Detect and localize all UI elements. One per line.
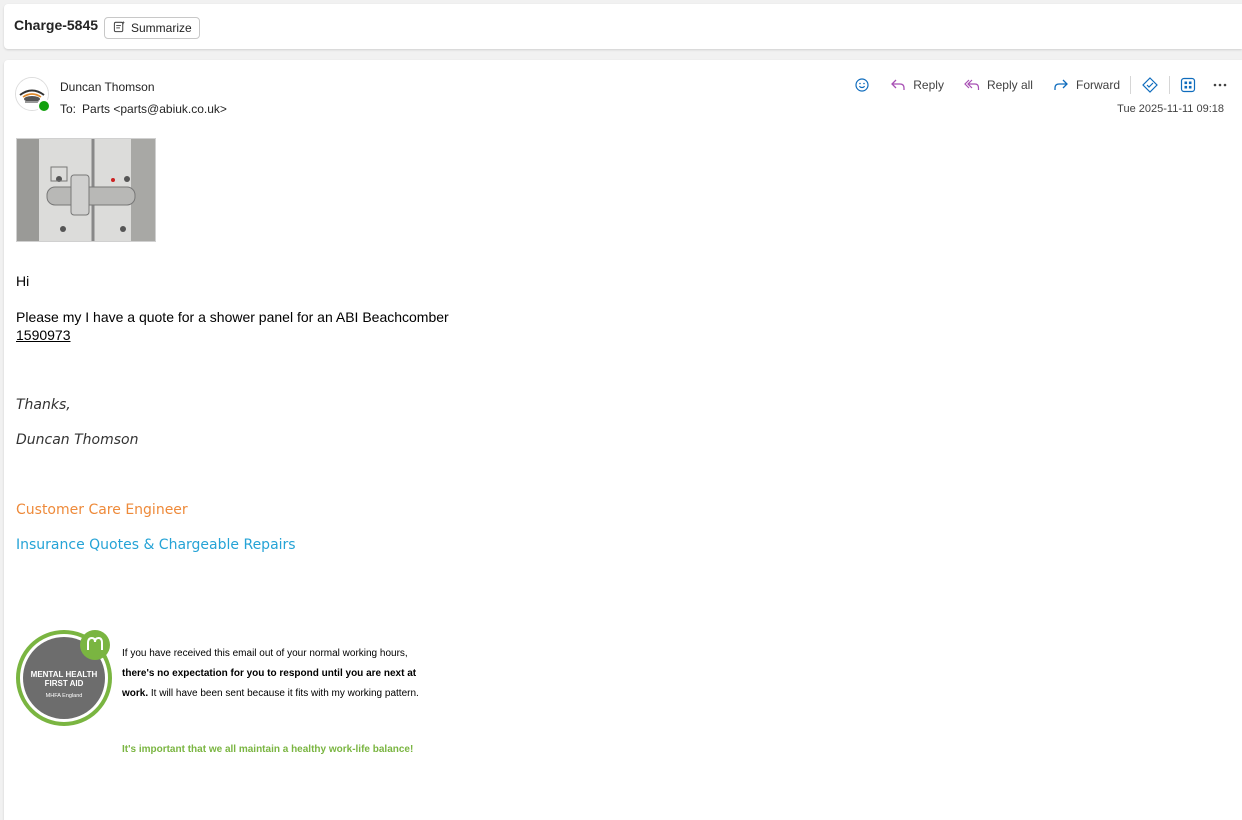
badge-line-1: MENTAL HEALTH <box>31 670 98 679</box>
forward-label: Forward <box>1075 78 1120 92</box>
signature-name: Duncan Thomson <box>16 432 139 448</box>
subject-bar: Charge-5845 Summarize <box>4 4 1242 49</box>
mhfa-badge-logo: MENTAL HEALTH FIRST AID MHFA England <box>16 628 114 726</box>
notice-part-3: It will have been sent because it fits w… <box>148 688 419 699</box>
summarize-icon <box>113 20 126 36</box>
summarize-button[interactable]: Summarize <box>104 17 200 39</box>
badge-line-2: FIRST AID <box>45 679 84 688</box>
working-hours-notice: If you have received this email out of y… <box>122 644 422 704</box>
toolbar-divider-2 <box>1169 76 1170 94</box>
apps-icon[interactable] <box>1180 77 1196 93</box>
reading-pane: Duncan Thomson To: Parts <parts@abiuk.co.… <box>4 60 1242 820</box>
reply-button[interactable]: Reply <box>890 77 944 93</box>
to-label: To: <box>60 102 77 116</box>
emoji-reaction-icon[interactable] <box>854 77 870 93</box>
message-actions: Reply Reply all Forward <box>844 74 1228 96</box>
reference-number: 1590973 <box>16 327 71 343</box>
request-line: Please my I have a quote for a shower pa… <box>16 309 449 325</box>
reply-icon <box>890 77 906 93</box>
immersive-reader-icon[interactable] <box>1141 76 1159 94</box>
toolbar-divider <box>1130 76 1131 94</box>
forward-icon <box>1053 77 1069 93</box>
reply-all-label: Reply all <box>986 78 1033 92</box>
notice-part-1: If you have received this email out of y… <box>122 648 408 659</box>
work-life-balance-note: It's important that we all maintain a he… <box>122 744 414 755</box>
email-subject: Charge-5845 <box>14 17 99 33</box>
attached-photo-shower-valve[interactable] <box>16 138 156 242</box>
presence-available-icon <box>37 99 51 113</box>
badge-line-3: MHFA England <box>46 693 83 699</box>
message-date: Tue 2025-11-11 09:18 <box>1117 103 1224 115</box>
recipient-line: To: Parts <parts@abiuk.co.uk> <box>60 102 227 116</box>
job-title: Customer Care Engineer <box>16 502 188 518</box>
summarize-label: Summarize <box>131 21 192 35</box>
forward-button[interactable]: Forward <box>1053 77 1120 93</box>
reply-label: Reply <box>913 78 944 92</box>
signoff: Thanks, <box>16 397 71 413</box>
sender-name[interactable]: Duncan Thomson <box>60 80 155 94</box>
reply-all-button[interactable]: Reply all <box>964 77 1033 93</box>
department: Insurance Quotes & Chargeable Repairs <box>16 537 296 553</box>
more-actions-icon[interactable] <box>1212 77 1228 93</box>
reply-all-icon <box>964 77 980 93</box>
recipient[interactable]: Parts <parts@abiuk.co.uk> <box>82 102 227 116</box>
greeting: Hi <box>16 273 30 289</box>
